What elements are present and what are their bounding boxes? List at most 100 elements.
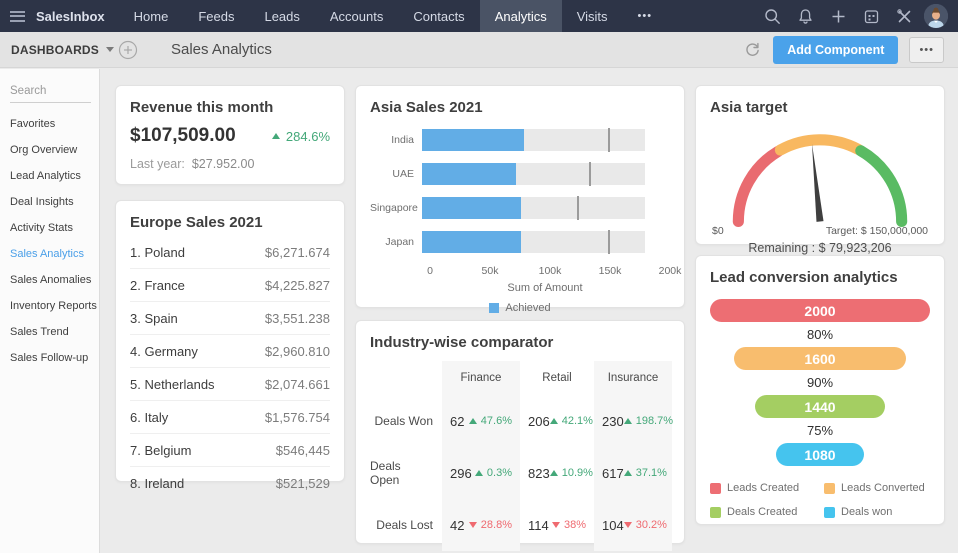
funnel-stage-pill: 2000 [710,299,930,322]
comparator-table: Finance Retail Insurance Deals Won 62 47.… [370,361,673,551]
country-value: $3,551.238 [264,310,330,326]
bullet-fill [422,163,517,185]
dashboard-content: Revenue this month $107,509.00 284.6% La… [100,69,958,553]
add-dashboard-icon[interactable] [118,40,138,60]
nav-item-analytics[interactable]: Analytics [479,0,562,32]
sidebar: Favorites Org Overview Lead Analytics De… [0,69,100,553]
nav-item-visits[interactable]: Visits [562,0,623,32]
table-row: 4. Germany $2,960.810 [130,335,330,368]
nav-item-feeds[interactable]: Feeds [183,0,249,32]
search-input[interactable] [10,83,91,103]
x-tick: 100k [538,265,562,277]
country-label: 7. Belgium [130,442,192,458]
comparator-cell: 104 30.2% [594,499,672,551]
bullet-track [422,128,646,152]
revenue-card: Revenue this month $107,509.00 284.6% La… [115,85,345,185]
country-value: $1,576.754 [264,409,330,425]
revenue-title: Revenue this month [130,99,274,116]
revenue-delta: 284.6% [271,129,330,144]
funnel-drop-pct: 75% [806,423,834,438]
achieved-swatch [489,303,500,313]
x-tick: 200k [658,265,682,277]
gauge-needle [811,143,824,222]
funnel-legend-swatch [710,482,721,494]
sidebar-item-sales-trend[interactable]: Sales Trend [10,319,91,345]
europe-sales-card: Europe Sales 2021 1. Poland $6,271.674 2.… [115,200,345,491]
asia-target-card: Asia target $0 Target: $ 150,000,000 Rem… [695,85,945,255]
nav-item-leads[interactable]: Leads [249,0,314,32]
funnel-stage-pill: 1600 [734,347,906,370]
gauge-min-label: $0 [712,225,724,237]
table-row: 6. Italy $1,576.754 [130,401,330,434]
gauge-chart [717,120,923,237]
funnel-stage-pill: 1440 [755,395,885,418]
bullet-track [422,230,646,254]
sidebar-item-favorites[interactable]: Favorites [10,111,91,137]
calendar-icon[interactable] [858,3,884,29]
gauge-arc-orange [774,134,864,156]
table-row: 3. Spain $3,551.238 [130,302,330,335]
category-label: Singapore [370,202,418,214]
sidebar-item-lead-analytics[interactable]: Lead Analytics [10,163,91,189]
europe-sales-title: Europe Sales 2021 [130,214,263,231]
dashboards-label: DASHBOARDS [11,42,100,57]
bullet-row: Singapore [370,196,670,220]
header-more-button[interactable]: ••• [909,36,944,63]
country-value: $546,445 [275,442,330,458]
menu-icon[interactable] [0,10,34,22]
refresh-icon[interactable] [744,41,762,59]
nav-item-home[interactable]: Home [119,0,184,32]
sidebar-item-activity-stats[interactable]: Activity Stats [10,215,91,241]
funnel-stage-pill: 1080 [776,443,864,466]
add-plus-icon[interactable] [825,3,851,29]
nav-more-icon[interactable]: ••• [623,0,668,32]
sidebar-item-inventory-reports[interactable]: Inventory Reports [10,293,97,319]
nav-item-contacts[interactable]: Contacts [398,0,479,32]
comparator-cell: 230 198.7% [594,395,673,447]
table-row: 8. Ireland $521,529 [130,467,330,499]
search-icon[interactable] [759,3,785,29]
sidebar-item-org-overview[interactable]: Org Overview [10,137,91,163]
bullet-fill [422,231,522,253]
dashboards-dropdown[interactable]: DASHBOARDS [0,42,115,57]
tools-icon[interactable] [891,3,917,29]
row-label: Deals Lost [376,518,433,532]
bullet-target-marker [576,196,579,220]
add-component-button[interactable]: Add Component [773,35,899,64]
legend-item: Deals Created [710,506,816,518]
x-tick: 50k [481,265,499,277]
funnel-title: Lead conversion analytics [710,269,898,286]
country-label: 3. Spain [130,310,178,326]
up-arrow-icon [271,133,280,139]
notifications-bell-icon[interactable] [792,3,818,29]
nav-item-accounts[interactable]: Accounts [315,0,398,32]
industry-title: Industry-wise comparator [370,334,554,351]
funnel-chart: 2000 80% 1600 90% 1440 75% 1080 [710,299,930,466]
table-row: 1. Poland $6,271.674 [130,236,330,269]
up-arrow-icon [474,470,483,476]
sidebar-item-sales-follow-up[interactable]: Sales Follow-up [10,345,91,371]
revenue-value: $107,509.00 [130,125,236,146]
comparator-cell: 62 47.6% [442,395,520,447]
industry-comparator-card: Industry-wise comparator Finance Retail … [355,320,685,551]
sidebar-item-sales-analytics[interactable]: Sales Analytics [10,241,91,267]
bullet-fill [422,197,522,219]
sidebar-item-deal-insights[interactable]: Deal Insights [10,189,91,215]
x-axis-label: Sum of Amount [507,282,583,294]
brand-salesinbox[interactable]: SalesInbox [34,9,119,24]
user-avatar[interactable] [924,4,948,28]
legend-item: Leads Created [710,482,816,494]
bullet-row: UAE [370,162,670,186]
country-value: $2,074.661 [264,376,330,392]
comparator-cell: 42 28.8% [442,499,520,551]
up-arrow-icon [468,418,477,424]
sidebar-item-sales-anomalies[interactable]: Sales Anomalies [10,267,91,293]
down-arrow-icon [623,522,632,528]
column-header: Insurance [594,361,672,395]
asia-sales-title: Asia Sales 2021 [370,99,483,116]
main-nav: Home Feeds Leads Accounts Contacts Analy… [119,0,667,32]
page-title: Sales Analytics [171,41,272,58]
gauge-arc-green [855,145,908,228]
category-label: Japan [385,236,414,248]
legend-item: Leads Converted [824,482,930,494]
